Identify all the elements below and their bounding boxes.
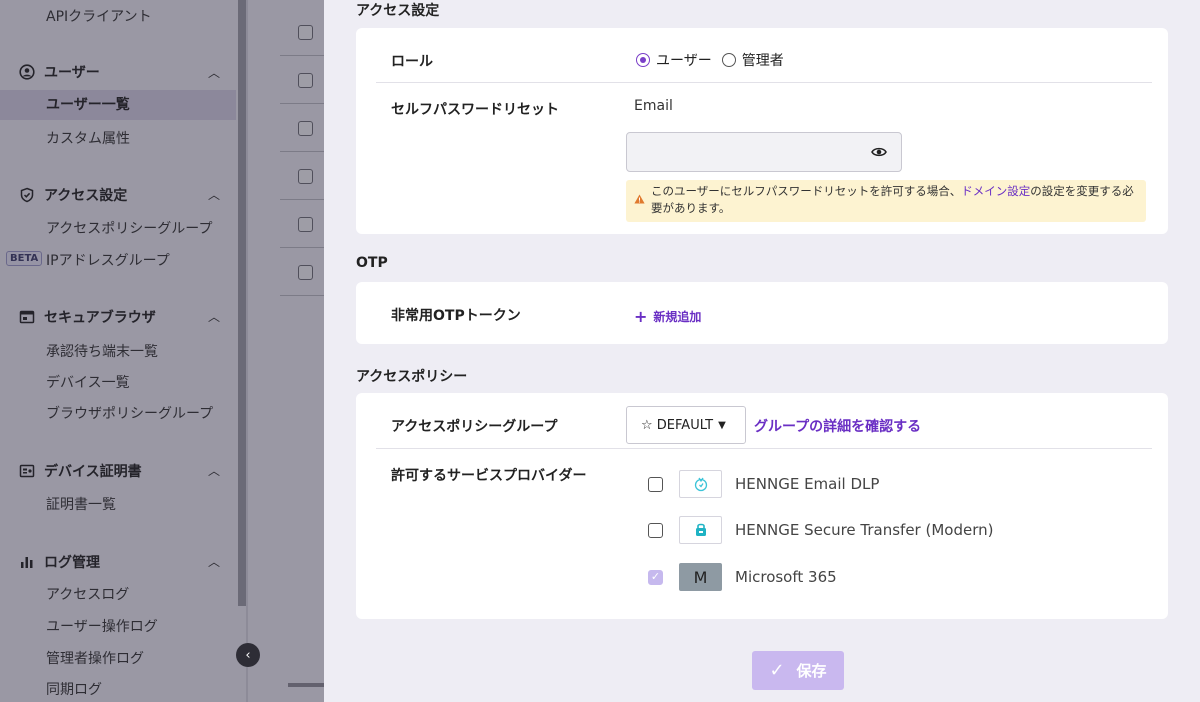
provider-name: HENNGE Secure Transfer (Modern)	[735, 521, 994, 539]
policy-group-dropdown[interactable]: ☆ DEFAULT ▼	[626, 406, 746, 444]
password-field[interactable]	[626, 132, 902, 172]
user-edit-panel: アクセス設定 ロール ユーザー 管理者 セルフパスワードリセット Email この…	[324, 0, 1200, 702]
provider-row-email-dlp: HENNGE Email DLP	[648, 470, 879, 498]
section-title-policy: アクセスポリシー	[356, 369, 468, 385]
role-radio-user[interactable]	[636, 53, 650, 67]
modal-overlay[interactable]	[0, 0, 324, 702]
role-option-user[interactable]: ユーザー	[656, 53, 712, 69]
eye-icon[interactable]	[871, 144, 887, 160]
divider	[376, 82, 1152, 83]
policy-group-label: アクセスポリシーグループ	[391, 419, 558, 435]
caret-down-icon: ▼	[718, 419, 726, 431]
chevron-left-icon[interactable]: ‹	[236, 643, 260, 667]
role-option-admin[interactable]: 管理者	[742, 53, 784, 69]
provider-checkbox-checked[interactable]: ✓	[648, 569, 663, 585]
providers-label: 許可するサービスプロバイダー	[391, 468, 587, 484]
access-policy-card: アクセスポリシーグループ ☆ DEFAULT ▼ グループの詳細を確認する 許可す…	[356, 393, 1168, 619]
henn-secure-transfer-logo-icon	[679, 516, 722, 544]
check-icon: ✓	[769, 660, 785, 681]
access-settings-card: ロール ユーザー 管理者 セルフパスワードリセット Email このユーザーにセル…	[356, 28, 1168, 234]
role-radio-group: ユーザー 管理者	[636, 50, 794, 70]
provider-name: HENNGE Email DLP	[735, 475, 880, 493]
add-otp-button[interactable]: + 新規追加	[634, 307, 701, 326]
otp-card: 非常用OTPトークン + 新規追加	[356, 282, 1168, 344]
emergency-otp-label: 非常用OTPトークン	[391, 308, 521, 324]
microsoft-365-logo: M	[679, 563, 722, 591]
policy-group-value: ☆ DEFAULT	[641, 417, 714, 433]
save-label: 保存	[796, 662, 827, 680]
section-title-access: アクセス設定	[356, 3, 440, 19]
henn-email-dlp-logo-icon	[679, 470, 722, 498]
add-otp-label: 新規追加	[653, 310, 702, 324]
warning-box: このユーザーにセルフパスワードリセットを許可する場合、ドメイン設定の設定を変更す…	[626, 180, 1146, 222]
provider-checkbox[interactable]	[648, 476, 663, 492]
self-reset-label: セルフパスワードリセット	[391, 102, 559, 118]
policy-group-details-link[interactable]: グループの詳細を確認する	[754, 416, 921, 436]
domain-settings-link[interactable]: ドメイン設定	[961, 184, 1030, 198]
role-radio-admin[interactable]	[721, 53, 736, 67]
save-button[interactable]: ✓ 保存	[752, 651, 844, 690]
provider-row-secure-transfer: HENNGE Secure Transfer (Modern)	[648, 516, 993, 544]
provider-checkbox[interactable]	[648, 522, 663, 538]
role-label: ロール	[391, 54, 433, 70]
divider	[376, 448, 1152, 449]
plus-icon: +	[634, 307, 648, 326]
email-label: Email	[634, 98, 673, 114]
provider-name: Microsoft 365	[735, 568, 837, 586]
provider-row-microsoft-365: ✓ M Microsoft 365	[648, 563, 837, 591]
warning-text-pre: このユーザーにセルフパスワードリセットを許可する場合、	[651, 184, 962, 198]
section-title-otp: OTP	[356, 255, 388, 271]
warning-icon	[634, 194, 645, 204]
